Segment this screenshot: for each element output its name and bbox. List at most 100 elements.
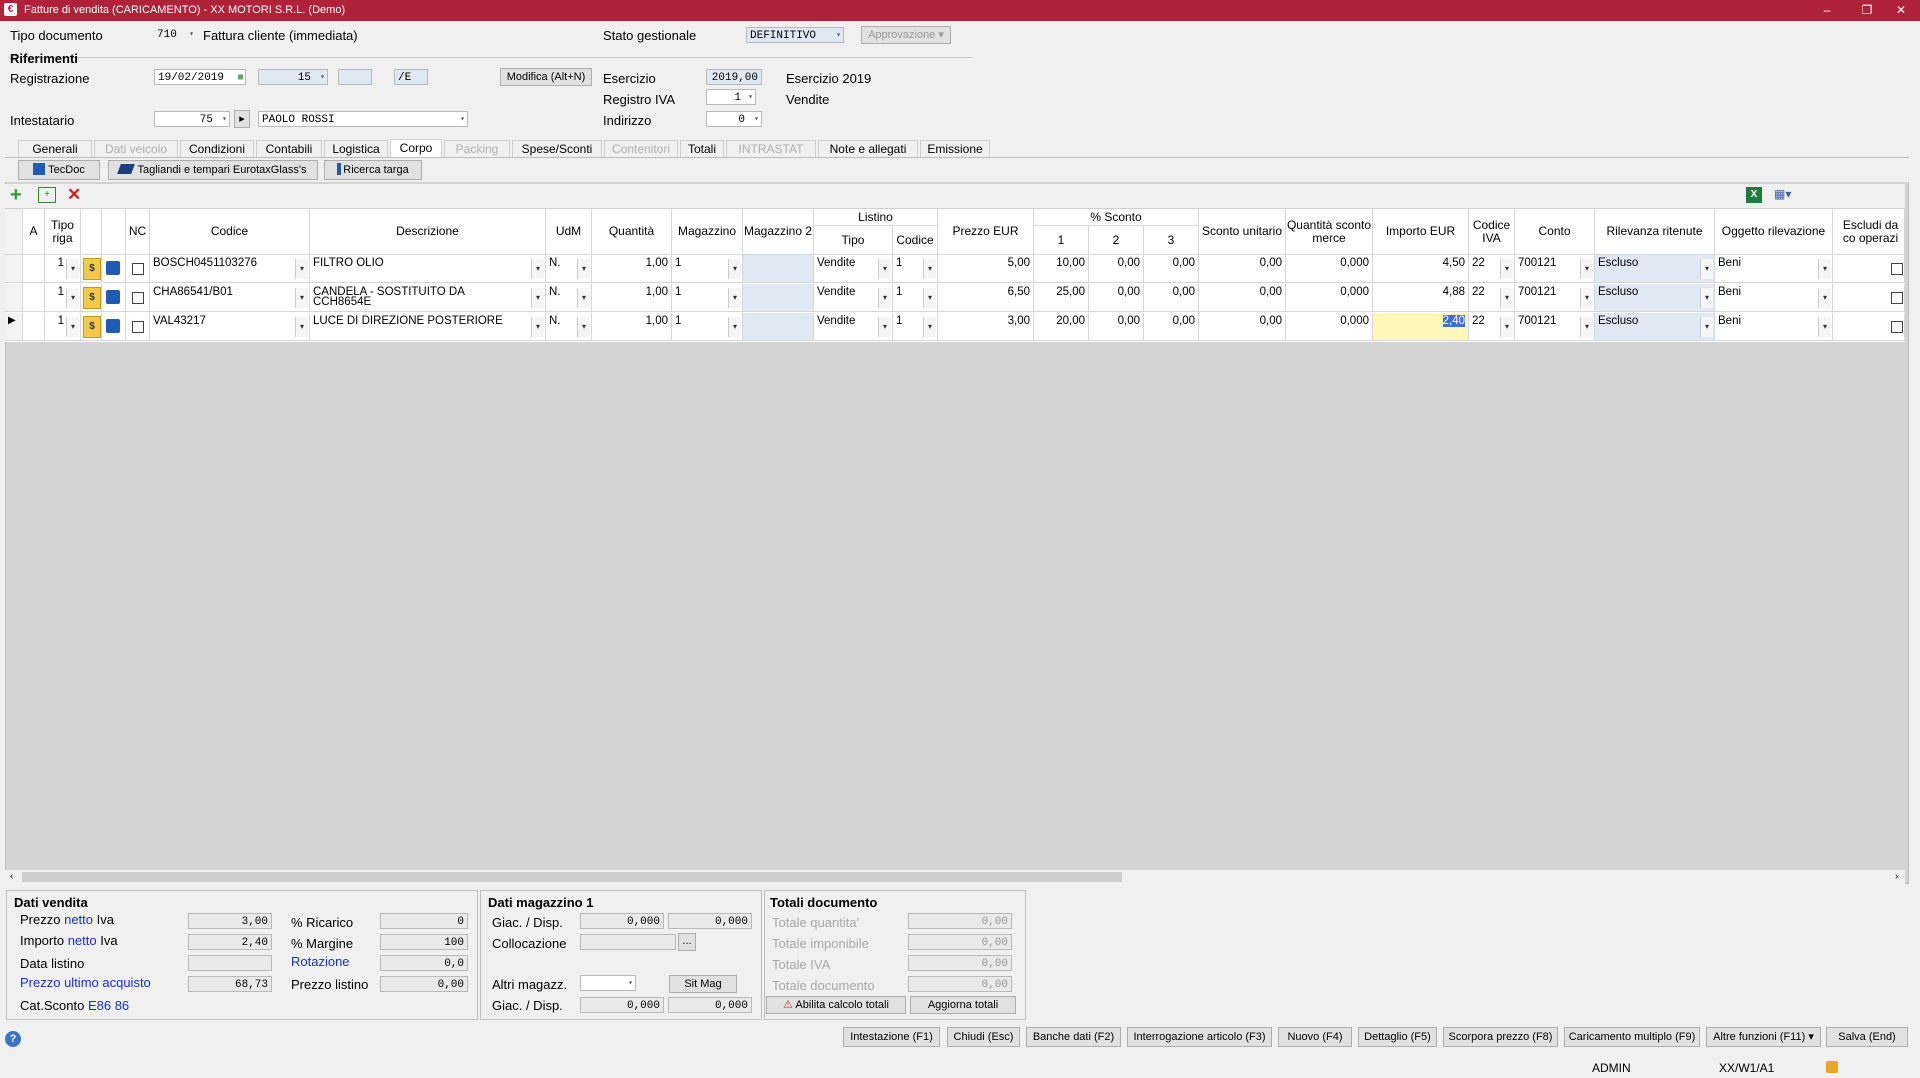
cell-tipo-riga[interactable]: 1 ▾ [45,255,81,283]
cell-udm[interactable]: N. ▾ [546,255,592,283]
approvazione-button[interactable]: Approvazione ▾ [861,26,951,44]
cell-listino-tipo[interactable]: Vendite ▾ [814,284,893,312]
cell-importo[interactable]: 4,88 [1373,284,1469,312]
cell-sconto1[interactable]: 10,00 [1034,255,1089,283]
prezzo-ultimo-label[interactable]: Prezzo ultimo acquisto [20,975,151,990]
cell-codice[interactable]: BOSCH0451103276 ▾ [150,255,310,283]
cell-icon-doc[interactable] [102,255,126,283]
cell-tipo-riga[interactable]: 1 ▾ [45,313,81,341]
cell-descrizione[interactable]: FILTRO OLIO ▾ [310,255,546,283]
col-importo-header[interactable]: Importo EUR [1373,209,1469,255]
price-icon[interactable]: $ [83,287,101,309]
chiudi-button[interactable]: Chiudi (Esc) [947,1027,1020,1047]
chevron-down-icon[interactable]: ▾ [1700,317,1713,337]
chevron-down-icon[interactable]: ▾ [728,288,741,308]
intestatario-go-button[interactable]: ▸ [234,110,250,128]
chevron-down-icon[interactable]: ▾ [295,259,308,279]
cell-listino-codice[interactable]: 1 ▾ [893,255,938,283]
delete-row-icon[interactable]: ✕ [67,185,81,205]
col-codice-iva-header[interactable]: Codice IVA [1469,209,1515,255]
cell-sconto3[interactable]: 0,00 [1144,284,1199,312]
cell-sconto2[interactable]: 0,00 [1089,284,1144,312]
cell-codice[interactable]: VAL43217 ▾ [150,313,310,341]
chevron-down-icon[interactable]: ▾ [1700,288,1713,308]
banche-dati-button[interactable]: Banche dati (F2) [1026,1027,1121,1047]
cell-rilevanza[interactable]: Escluso ▾ [1595,255,1715,283]
chevron-down-icon[interactable]: ▾ [728,259,741,279]
help-icon[interactable]: ? [5,1031,21,1047]
cell-magazzino[interactable]: 1 ▾ [672,284,743,312]
intestatario-name-field[interactable]: PAOLO ROSSI ▾ [258,111,468,127]
col-sconto-unitario-header[interactable]: Sconto unitario [1199,209,1286,255]
cell-sconto-unitario[interactable]: 0,00 [1199,284,1286,312]
cell-qta-sconto-merce[interactable]: 0,000 [1286,255,1373,283]
cell-conto[interactable]: 700121 ▾ [1515,313,1595,341]
chevron-down-icon[interactable]: ▾ [878,288,891,308]
altre-funzioni-button[interactable]: Altre funzioni (F11) ▾ [1706,1027,1821,1047]
interrogazione-articolo-button[interactable]: Interrogazione articolo (F3) [1127,1027,1272,1047]
cell-nc[interactable] [126,313,150,341]
chevron-down-icon[interactable]: ▾ [295,288,308,308]
table-row[interactable]: 1 ▾ $ BOSCH0451103276 ▾ FILTRO OLIO ▾ N. ▾ 1,00 1 ▾… [5,255,1905,284]
col-sconto2-header[interactable]: 2 [1089,226,1144,255]
col-nc-header[interactable]: NC [126,209,150,255]
cell-magazzino2[interactable] [743,284,814,312]
abilita-calcolo-button[interactable]: ⚠ Abilita calcolo totali [766,996,906,1014]
col-conto-header[interactable]: Conto [1515,209,1595,255]
cell-sconto1[interactable]: 20,00 [1034,313,1089,341]
escludi-checkbox[interactable] [1891,321,1903,333]
cell-sconto1[interactable]: 25,00 [1034,284,1089,312]
registrazione-extra-field[interactable] [338,69,372,85]
chevron-down-icon[interactable]: ▾ [1818,259,1831,279]
cell-magazzino[interactable]: 1 ▾ [672,255,743,283]
chevron-down-icon[interactable]: ▾ [923,317,936,337]
stato-select[interactable]: DEFINITIVO ▾ [746,27,844,43]
cell-prezzo[interactable]: 5,00 [938,255,1034,283]
col-rilevanza-header[interactable]: Rilevanza ritenute [1595,209,1715,255]
add-row-icon[interactable]: + [10,184,22,207]
cell-rilevanza[interactable]: Escluso ▾ [1595,313,1715,341]
article-detail-icon[interactable] [106,261,120,275]
chevron-down-icon[interactable]: ▾ [295,317,308,337]
cell-qta-sconto-merce[interactable]: 0,000 [1286,313,1373,341]
cell-tipo-riga[interactable]: 1 ▾ [45,284,81,312]
cell-udm[interactable]: N. ▾ [546,284,592,312]
intestatario-code-field[interactable]: 75 ▾ [154,111,230,127]
price-icon[interactable]: $ [83,258,101,280]
cell-nc[interactable] [126,255,150,283]
cell-sconto2[interactable]: 0,00 [1089,255,1144,283]
cell-icon-s[interactable]: $ [81,255,102,283]
cell-a[interactable] [23,284,45,312]
col-listino-tipo-header[interactable]: Tipo [814,226,893,255]
caricamento-multiplo-button[interactable]: Caricamento multiplo (F9) [1564,1027,1700,1047]
scorpora-prezzo-button[interactable]: Scorpora prezzo (F8) [1443,1027,1558,1047]
chevron-down-icon[interactable]: ▾ [531,317,544,337]
cell-codice[interactable]: CHA86541/B01 ▾ [150,284,310,312]
article-detail-icon[interactable] [106,319,120,333]
chevron-down-icon[interactable]: ▾ [66,288,79,308]
close-button[interactable]: ✕ [1886,2,1916,18]
price-icon[interactable]: $ [83,316,101,338]
nc-checkbox[interactable] [132,263,144,275]
cell-sconto-unitario[interactable]: 0,00 [1199,313,1286,341]
tab-corpo[interactable]: Corpo [390,139,442,158]
cell-prezzo[interactable]: 3,00 [938,313,1034,341]
col-a-header[interactable]: A [23,209,45,255]
cell-conto[interactable]: 700121 ▾ [1515,284,1595,312]
cell-escludi[interactable] [1833,255,1905,283]
cell-quantita[interactable]: 1,00 [592,284,672,312]
cell-importo[interactable]: 4,50 [1373,255,1469,283]
registrazione-date-field[interactable]: 19/02/2019 ▦ [154,69,246,85]
indirizzo-select[interactable]: 0 ▾ [706,111,762,127]
chevron-down-icon[interactable]: ▾ [1500,288,1513,308]
tab-generali[interactable]: Generali [18,140,92,157]
cell-magazzino2[interactable] [743,313,814,341]
nc-checkbox[interactable] [132,321,144,333]
nc-checkbox[interactable] [132,292,144,304]
restore-button[interactable]: ❐ [1852,2,1882,18]
chevron-down-icon[interactable]: ▾ [577,288,590,308]
cell-codice-iva[interactable]: 22 ▾ [1469,255,1515,283]
cell-listino-tipo[interactable]: Vendite ▾ [814,313,893,341]
excel-export-icon[interactable]: X [1746,187,1762,203]
insert-row-icon[interactable]: + [38,187,56,203]
